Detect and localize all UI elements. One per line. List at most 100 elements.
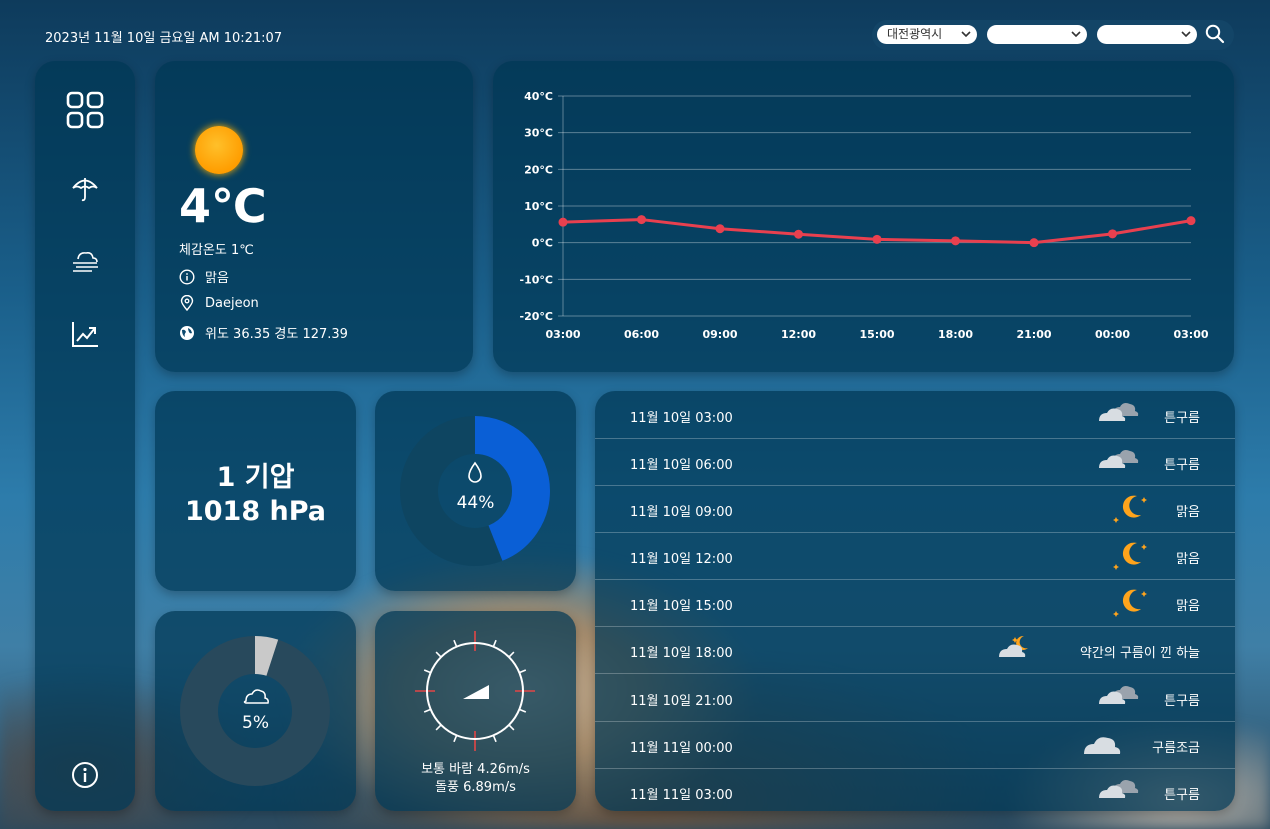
sidebar <box>35 61 135 811</box>
y-tick-label: 0°C <box>532 237 553 250</box>
y-tick-label: 20°C <box>524 163 553 176</box>
cloudiness-donut <box>180 636 330 786</box>
clear-night-icon <box>1110 538 1150 576</box>
y-tick-label: 30°C <box>524 127 553 140</box>
forecast-row: 11월 10일 03:00 튼구름 <box>595 391 1235 439</box>
forecast-time: 11월 10일 09:00 <box>630 505 733 520</box>
temperature-chart: 40°C 30°C 20°C 10°C 0°C -10°C -20°C 03:00 06:00 0… <box>520 90 1209 341</box>
forecast-time: 11월 10일 15:00 <box>630 599 733 614</box>
condition-label: 맑음 <box>205 271 229 286</box>
town-select[interactable] <box>1097 25 1197 44</box>
location-pin-icon <box>180 295 194 311</box>
city-select[interactable]: 대전광역시 <box>877 25 977 44</box>
location-search-bar: 대전광역시 <box>872 20 1234 50</box>
compass-tick <box>492 735 497 743</box>
x-tick-label: 21:00 <box>1016 328 1051 341</box>
city-select-value: 대전광역시 <box>887 27 943 41</box>
umbrella-icon[interactable] <box>70 174 100 204</box>
forecast-description: 구름조금 <box>1152 741 1200 756</box>
compass-tick <box>423 669 431 674</box>
chevron-down-icon <box>1181 25 1191 51</box>
fog-icon[interactable] <box>70 247 100 277</box>
compass-tick <box>508 724 515 731</box>
coords-row: 위도 36.35 경도 127.39 <box>179 323 348 342</box>
search-icon[interactable] <box>1204 23 1226 45</box>
humidity-value: 44% <box>456 493 495 513</box>
x-tick-label: 06:00 <box>624 328 659 341</box>
forecast-description: 맑음 <box>1176 505 1200 520</box>
compass-tick <box>435 724 442 731</box>
datetime-label: 2023년 11월 10일 금요일 AM 10:21:07 <box>45 31 283 46</box>
y-tick-label: 10°C <box>524 200 553 213</box>
dashboard-icon[interactable] <box>66 91 104 129</box>
sun-icon <box>195 126 243 174</box>
few-clouds-night-icon <box>995 632 1039 670</box>
forecast-time: 11월 11일 00:00 <box>630 741 733 756</box>
compass-tick <box>423 708 431 713</box>
temperature-point <box>558 217 568 227</box>
wind-gust: 돌풍 6.89m/s <box>435 780 516 795</box>
feels-like-label: 체감온도 1℃ <box>179 243 254 258</box>
current-weather-card: 4℃ 체감온도 1℃ 맑음 Daejeon 위도 36.35 경도 127.39 <box>155 61 473 372</box>
water-drop-icon <box>468 461 482 483</box>
broken-clouds-icon <box>1095 680 1139 718</box>
forecast-row: 11월 11일 03:00 튼구름 <box>595 768 1235 811</box>
wind-compass <box>415 631 535 751</box>
cloudiness-value: 5% <box>242 713 269 733</box>
forecast-row: 11월 11일 00:00 구름조금 <box>595 721 1235 769</box>
hourly-forecast-list: 11월 10일 03:00 튼구름 11월 10일 06:00 튼구름 11월 10일 … <box>595 391 1235 811</box>
compass-tick <box>519 708 527 713</box>
compass-tick <box>492 639 497 647</box>
forecast-row: 11월 10일 12:00 맑음 <box>595 532 1235 580</box>
broken-clouds-icon <box>1095 774 1139 811</box>
wind-card: 보통 바람 4.26m/s 돌풍 6.89m/s <box>375 611 576 811</box>
temperature-chart-card: 40°C 30°C 20°C 10°C 0°C -10°C -20°C 03:00 06:00 0… <box>493 61 1234 372</box>
district-select[interactable] <box>987 25 1087 44</box>
wind-direction-arrow-icon <box>463 685 489 699</box>
forecast-time: 11월 11일 03:00 <box>630 788 733 803</box>
condition-row: 맑음 <box>179 267 229 286</box>
compass-tick <box>435 651 442 658</box>
pressure-hpa: 1018 hPa <box>184 496 327 527</box>
forecast-description: 튼구름 <box>1164 788 1200 803</box>
forecast-description: 맑음 <box>1176 552 1200 567</box>
forecast-row: 11월 10일 06:00 튼구름 <box>595 438 1235 486</box>
city-row: Daejeon <box>179 295 259 311</box>
forecast-description: 맑음 <box>1176 599 1200 614</box>
forecast-time: 11월 10일 21:00 <box>630 694 733 709</box>
globe-icon <box>180 325 194 340</box>
x-tick-label: 18:00 <box>938 328 973 341</box>
temperature-point <box>715 224 725 234</box>
city-label: Daejeon <box>205 295 259 311</box>
temperature-point <box>1029 238 1039 248</box>
clear-night-icon <box>1110 491 1150 529</box>
pressure-atm: 1 기압 <box>216 462 295 493</box>
x-tick-label: 00:00 <box>1095 328 1130 341</box>
trend-chart-icon[interactable] <box>70 319 100 349</box>
cloudiness-card: 5% <box>155 611 356 811</box>
temperature-point <box>1108 229 1117 239</box>
broken-clouds-icon <box>1095 444 1139 482</box>
x-tick-label: 12:00 <box>781 328 816 341</box>
forecast-time: 11월 10일 12:00 <box>630 552 733 567</box>
forecast-description: 튼구름 <box>1164 458 1200 473</box>
compass-tick <box>453 735 458 743</box>
clear-night-icon <box>1110 585 1150 623</box>
chevron-down-icon <box>1071 25 1081 51</box>
forecast-description: 튼구름 <box>1164 694 1200 709</box>
temperature-point <box>637 215 646 225</box>
scattered-clouds-icon <box>1080 727 1124 765</box>
broken-clouds-icon <box>1095 397 1139 435</box>
temperature-point <box>1186 216 1196 226</box>
y-tick-label: 40°C <box>524 90 553 103</box>
info-icon[interactable] <box>71 761 99 789</box>
temperature-point <box>794 229 803 239</box>
x-tick-label: 03:00 <box>1173 328 1208 341</box>
cloud-icon <box>243 689 269 704</box>
forecast-row: 11월 10일 15:00 맑음 <box>595 579 1235 627</box>
temperature-point <box>951 236 960 246</box>
y-tick-label: -20°C <box>520 310 553 323</box>
compass-tick <box>453 639 458 647</box>
forecast-row: 11월 10일 18:00 약간의 구름이 낀 하늘 <box>595 626 1235 674</box>
forecast-time: 11월 10일 06:00 <box>630 458 733 473</box>
